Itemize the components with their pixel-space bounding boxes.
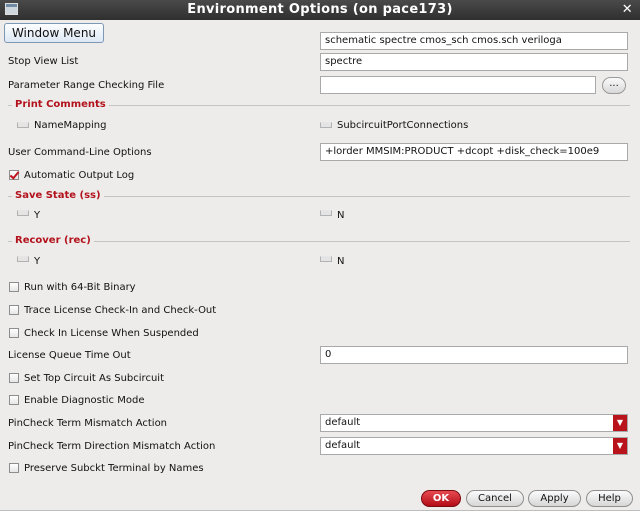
apply-button[interactable]: Apply xyxy=(528,490,581,507)
trace-license-label: Trace License Check-In and Check-Out xyxy=(24,305,217,316)
direction-mismatch-select[interactable]: default ▼ xyxy=(320,437,628,455)
save-state-y-label: Y xyxy=(34,210,41,221)
user-cmd-input[interactable]: +lorder MMSIM:PRODUCT +dcopt +disk_check… xyxy=(320,143,628,161)
term-mismatch-value: default xyxy=(325,417,361,428)
netlist-views-input[interactable]: schematic spectre cmos_sch cmos.sch veri… xyxy=(320,32,628,50)
print-comments-title: Print Comments xyxy=(12,99,109,110)
term-mismatch-label: PinCheck Term Mismatch Action xyxy=(8,418,168,429)
window-menu-button[interactable]: Window Menu xyxy=(4,23,104,43)
subcircuit-port-checkbox[interactable] xyxy=(320,122,332,128)
close-icon[interactable]: ✕ xyxy=(622,0,633,20)
user-cmd-label: User Command-Line Options xyxy=(8,147,152,158)
ok-button[interactable]: OK xyxy=(421,490,461,507)
run-64bit-label: Run with 64-Bit Binary xyxy=(24,282,136,293)
recover-group: Recover (rec) xyxy=(8,235,630,271)
diagnostic-mode-checkbox[interactable] xyxy=(9,395,19,405)
help-button[interactable]: Help xyxy=(586,490,633,507)
run-64bit-checkbox[interactable] xyxy=(9,282,19,292)
param-range-label: Parameter Range Checking File xyxy=(8,80,165,91)
stop-view-list-input[interactable]: spectre xyxy=(320,53,628,71)
diagnostic-mode-label: Enable Diagnostic Mode xyxy=(24,395,145,406)
checkin-suspended-checkbox[interactable] xyxy=(9,328,19,338)
preserve-subckt-checkbox[interactable] xyxy=(9,463,19,473)
top-subckt-checkbox[interactable] xyxy=(9,373,19,383)
trace-license-checkbox[interactable] xyxy=(9,305,19,315)
chevron-down-icon[interactable]: ▼ xyxy=(613,415,627,431)
license-queue-input[interactable]: 0 xyxy=(320,346,628,364)
save-state-group: Save State (ss) xyxy=(8,190,630,226)
save-state-n-label: N xyxy=(337,210,345,221)
stop-view-list-label: Stop View List xyxy=(8,56,79,67)
top-subckt-label: Set Top Circuit As Subcircuit xyxy=(24,373,164,384)
window-icon[interactable] xyxy=(5,3,18,15)
automatic-output-log-checkbox[interactable] xyxy=(9,170,19,180)
recover-n-label: N xyxy=(337,256,345,267)
chevron-down-icon[interactable]: ▼ xyxy=(613,438,627,454)
recover-n-checkbox[interactable] xyxy=(320,256,332,262)
name-mapping-label: NameMapping xyxy=(34,120,107,131)
save-state-n-checkbox[interactable] xyxy=(320,210,332,216)
browse-button[interactable]: ... xyxy=(602,77,626,94)
window-title: Environment Options (on pace173) xyxy=(187,2,453,17)
direction-mismatch-value: default xyxy=(325,440,361,451)
term-mismatch-select[interactable]: default ▼ xyxy=(320,414,628,432)
license-queue-label: License Queue Time Out xyxy=(8,350,131,361)
recover-y-checkbox[interactable] xyxy=(17,256,29,262)
param-range-input[interactable] xyxy=(320,76,596,94)
direction-mismatch-label: PinCheck Term Direction Mismatch Action xyxy=(8,441,216,452)
checkin-suspended-label: Check In License When Suspended xyxy=(24,328,199,339)
recover-title: Recover (rec) xyxy=(12,235,94,246)
subcircuit-port-label: SubcircuitPortConnections xyxy=(337,120,469,131)
preserve-subckt-label: Preserve Subckt Terminal by Names xyxy=(24,463,204,474)
recover-y-label: Y xyxy=(34,256,41,267)
name-mapping-checkbox[interactable] xyxy=(17,122,29,128)
background-window-strip xyxy=(0,510,640,516)
save-state-y-checkbox[interactable] xyxy=(17,210,29,216)
automatic-output-log-label: Automatic Output Log xyxy=(24,170,135,181)
title-bar: Environment Options (on pace173) ✕ xyxy=(0,0,640,20)
save-state-title: Save State (ss) xyxy=(12,190,104,201)
cancel-button[interactable]: Cancel xyxy=(466,490,524,507)
